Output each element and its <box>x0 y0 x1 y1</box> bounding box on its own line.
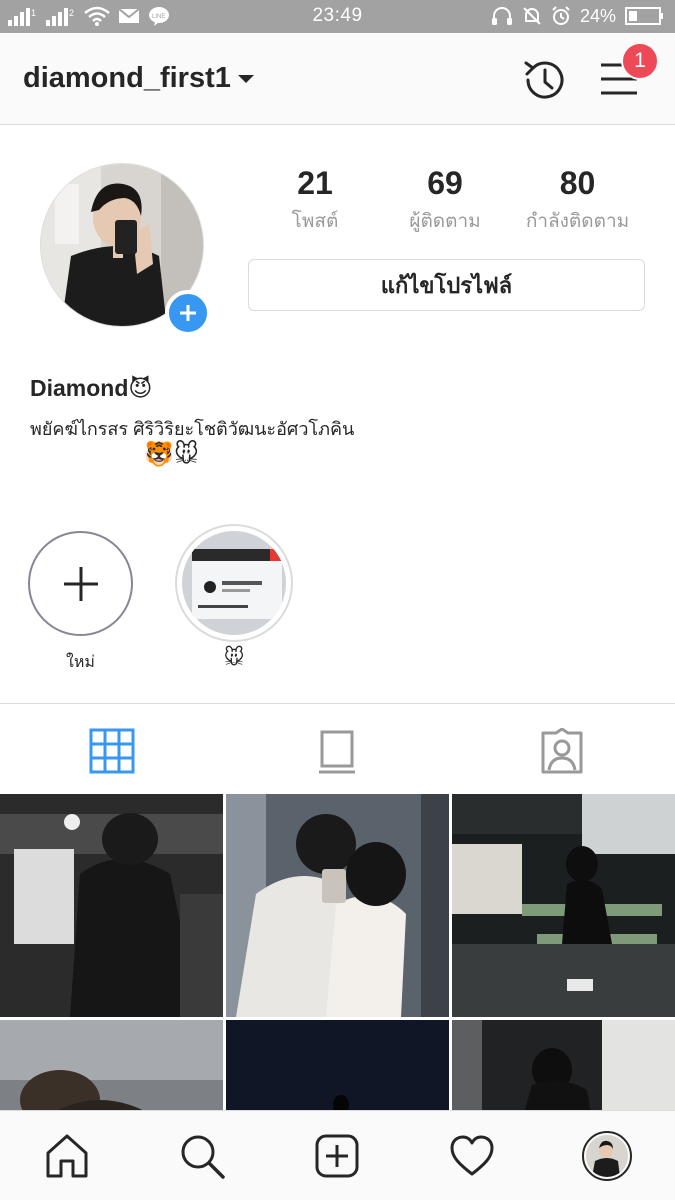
search-icon <box>181 1135 225 1179</box>
mute-icon <box>523 7 541 25</box>
display-name: Diamond😈 <box>30 375 153 401</box>
add-post-icon <box>315 1134 359 1178</box>
status-right-icons: 24% <box>491 5 665 27</box>
nav-profile[interactable] <box>582 1131 632 1181</box>
grid-icon <box>89 728 135 774</box>
tagged-icon <box>541 728 583 774</box>
chevron-down-icon[interactable] <box>238 75 254 83</box>
feed-icon <box>319 730 355 774</box>
tab-grid[interactable] <box>87 726 137 776</box>
heart-icon <box>450 1135 494 1176</box>
plus-icon <box>63 566 98 601</box>
nav-home[interactable] <box>42 1131 92 1181</box>
bio-text: พยัคฆ์ไกรสร ศิริวิริยะโชติวัฒนะอัศวโภคิน <box>30 419 355 439</box>
profile-avatar-small <box>586 1135 628 1177</box>
new-highlight-label: ใหม่ <box>66 654 95 671</box>
edit-profile-button[interactable]: แก้ไขโปรไฟล์ <box>248 259 645 311</box>
tab-feed[interactable] <box>312 726 362 776</box>
stat-label: โพสต์ <box>291 211 339 232</box>
history-button[interactable] <box>518 55 568 105</box>
headset-icon <box>491 7 512 25</box>
highlight-cover <box>182 531 286 635</box>
post-thumbnail[interactable] <box>226 1020 449 1120</box>
post-thumbnail[interactable] <box>452 1020 675 1120</box>
battery-percent: 24% <box>579 5 616 26</box>
new-highlight-button[interactable] <box>28 531 133 636</box>
tab-tagged[interactable] <box>537 726 587 776</box>
profile-top-bar: diamond_first1 <box>0 33 675 125</box>
bio-emoji: 🐯🐭 <box>144 441 199 468</box>
post-thumbnail[interactable] <box>0 794 223 1017</box>
plus-icon <box>180 305 196 321</box>
alarm-icon <box>552 6 570 25</box>
post-thumbnail[interactable] <box>0 1020 223 1120</box>
notification-badge: 1 <box>621 42 659 80</box>
story-highlight[interactable] <box>175 524 293 642</box>
post-grid <box>0 794 675 1120</box>
stat-value: 80 <box>559 165 596 201</box>
post-thumbnail[interactable] <box>452 794 675 1017</box>
following-count[interactable]: 80 กำลังติดตาม <box>520 165 635 236</box>
stat-label: ผู้ติดตาม <box>409 211 481 232</box>
stat-label: กำลังติดตาม <box>525 211 630 232</box>
followers-count[interactable]: 69 ผู้ติดตาม <box>390 165 500 236</box>
nav-activity[interactable] <box>447 1131 497 1181</box>
profile-stats: 21 โพสต์ 69 ผู้ติดตาม 80 กำลังติดตาม <box>255 165 655 245</box>
posts-count[interactable]: 21 โพสต์ <box>260 165 370 236</box>
history-icon <box>524 61 564 99</box>
bottom-navigation <box>0 1110 675 1200</box>
profile-tabs <box>0 703 675 793</box>
profile-screen: 1 2 LINE 23:49 24% diamond_first1 1 21 โ… <box>0 0 675 1200</box>
home-icon <box>46 1134 88 1178</box>
add-story-button[interactable] <box>165 290 211 336</box>
highlight-label: 🐭 <box>223 647 245 669</box>
nav-search[interactable] <box>177 1131 227 1181</box>
battery-icon <box>625 7 663 25</box>
stat-value: 69 <box>427 165 463 201</box>
nav-new-post[interactable] <box>312 1131 362 1181</box>
stat-value: 21 <box>297 165 333 201</box>
status-bar: 1 2 LINE 23:49 24% <box>0 0 675 33</box>
post-thumbnail[interactable] <box>226 794 449 1017</box>
account-switcher[interactable]: diamond_first1 <box>23 62 231 95</box>
